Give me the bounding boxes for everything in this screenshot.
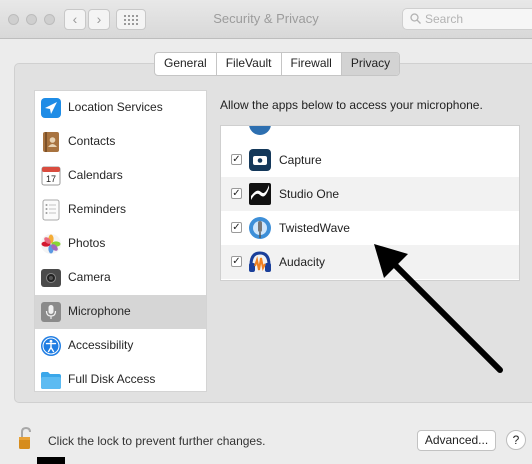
cropped-edge-shape — [37, 457, 65, 464]
lock-icon[interactable] — [18, 427, 34, 451]
help-button[interactable]: ? — [506, 430, 526, 450]
annotation-arrow-shaft — [389, 259, 503, 373]
lock-status-text: Click the lock to prevent further change… — [48, 434, 266, 448]
annotation-arrow — [374, 244, 503, 373]
advanced-button[interactable]: Advanced... — [417, 430, 496, 451]
